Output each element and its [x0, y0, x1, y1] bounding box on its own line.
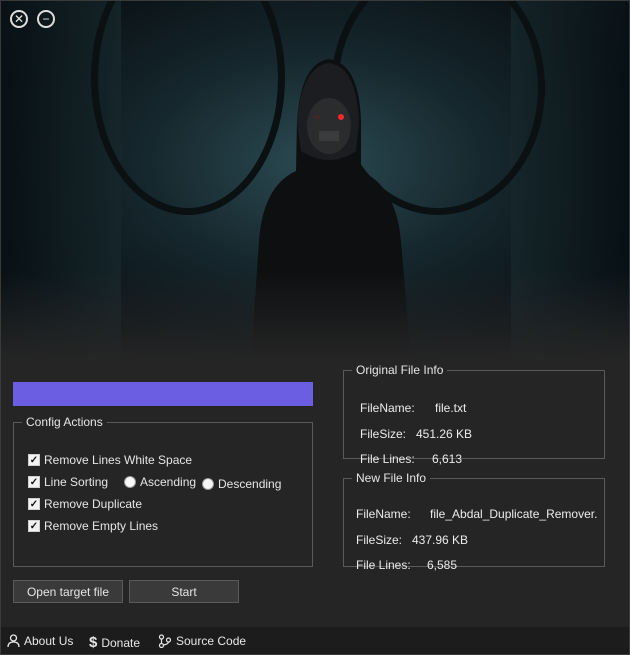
original-filename-label: FileName:: [360, 401, 415, 415]
original-filename-value: file.txt: [435, 401, 467, 415]
radio-icon: [124, 476, 136, 488]
remove-empty-lines-checkbox[interactable]: ✓ Remove Empty Lines: [28, 519, 158, 533]
new-filelines-label: File Lines:: [356, 558, 411, 572]
code-branch-icon: [158, 634, 172, 648]
progress-bar: [13, 382, 313, 406]
new-file-info-legend: New File Info: [356, 471, 427, 485]
new-filesize-value: 437.96 KB: [412, 533, 469, 547]
original-filelines-value: 6,613: [432, 452, 463, 466]
remove-whitespace-checkbox[interactable]: ✓ Remove Lines White Space: [28, 453, 192, 467]
progress-fill: [13, 382, 313, 406]
source-code-link[interactable]: Source Code: [158, 634, 246, 648]
about-us-label: About Us: [24, 634, 74, 648]
new-filesize-label: FileSize:: [356, 533, 403, 547]
original-filelines-label: File Lines:: [360, 452, 415, 466]
ascending-label: Ascending: [140, 475, 197, 489]
remove-duplicate-checkbox[interactable]: ✓ Remove Duplicate: [28, 497, 142, 511]
minimize-icon[interactable]: −: [37, 10, 55, 28]
checkbox-checked-icon: ✓: [28, 476, 40, 488]
config-actions-legend: Config Actions: [26, 415, 103, 429]
descending-label: Descending: [218, 477, 282, 491]
donate-link[interactable]: $ Donate: [89, 634, 140, 651]
checkbox-checked-icon: ✓: [28, 520, 40, 532]
close-icon[interactable]: ✕: [10, 10, 28, 28]
checkbox-checked-icon: ✓: [28, 498, 40, 510]
checkbox-checked-icon: ✓: [28, 454, 40, 466]
original-file-info-legend: Original File Info: [356, 363, 444, 377]
remove-empty-label: Remove Empty Lines: [44, 519, 159, 533]
new-filelines-value: 6,585: [427, 558, 458, 572]
donate-label: Donate: [101, 635, 141, 650]
app-window: ✕ − Config Actions ✓ Remove Lines White …: [0, 0, 630, 655]
source-code-label: Source Code: [176, 634, 247, 648]
banner-image: ✕ −: [1, 1, 629, 361]
start-button[interactable]: Start: [129, 580, 239, 603]
original-filesize-label: FileSize:: [360, 427, 407, 441]
new-filename-label: FileName:: [356, 507, 411, 521]
open-target-file-button[interactable]: Open target file: [13, 580, 123, 603]
ascending-radio[interactable]: Ascending: [124, 475, 196, 489]
new-file-info-group: New File Info FileName: file_Abdal_Dupli…: [343, 471, 605, 572]
config-actions-group: Config Actions ✓ Remove Lines White Spac…: [13, 415, 313, 567]
remove-duplicate-label: Remove Duplicate: [44, 497, 143, 511]
about-us-link[interactable]: About Us: [7, 634, 73, 648]
descending-radio[interactable]: Descending: [202, 477, 281, 491]
original-filesize-value: 451.26 KB: [416, 427, 473, 441]
banner-fade: [1, 271, 629, 361]
user-icon: [7, 634, 20, 648]
new-filename-value: file_Abdal_Duplicate_Remover.: [430, 507, 598, 521]
remove-whitespace-label: Remove Lines White Space: [44, 453, 193, 467]
footer-bar: About Us $ Donate Source Code: [1, 627, 629, 654]
radio-icon: [202, 478, 214, 490]
dollar-icon: $: [89, 634, 98, 651]
line-sorting-checkbox[interactable]: ✓ Line Sorting: [28, 475, 108, 489]
line-sorting-label: Line Sorting: [44, 475, 109, 489]
original-file-info-group: Original File Info FileName: file.txt Fi…: [343, 363, 605, 466]
